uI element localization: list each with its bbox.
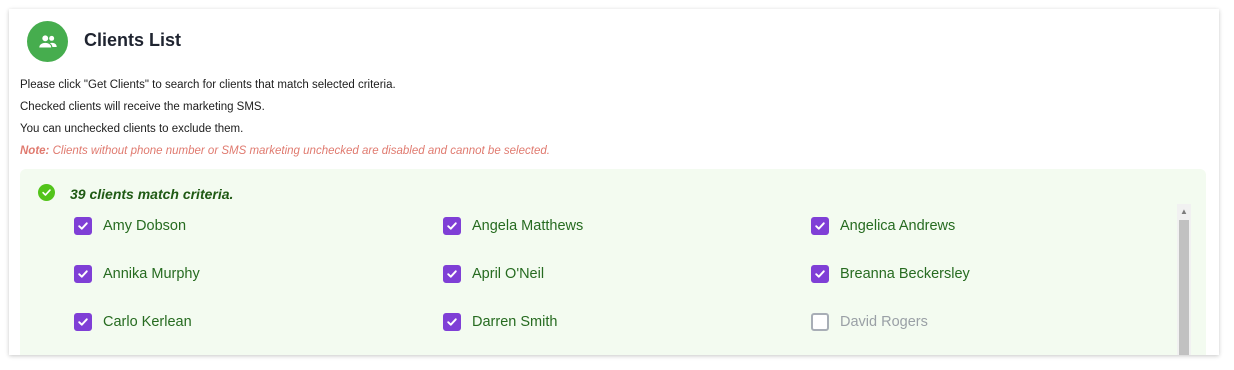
client-list-scrollbar[interactable]: ▲: [1177, 204, 1191, 355]
client-item[interactable]: Breanna Beckersley: [811, 265, 970, 283]
note-label: Note:: [20, 145, 50, 157]
client-item[interactable]: Angelica Andrews: [811, 217, 955, 235]
client-item[interactable]: Carlo Kerlean: [74, 313, 192, 331]
checkmark-icon: [78, 318, 88, 326]
client-name: Annika Murphy: [103, 266, 200, 282]
client-name: April O'Neil: [472, 266, 545, 282]
client-name: David Rogers: [840, 314, 928, 330]
checkmark-icon: [78, 270, 88, 278]
client-checkbox[interactable]: [74, 217, 92, 235]
page-title: Clients List: [84, 30, 182, 50]
match-summary: 39 clients match criteria.: [70, 186, 234, 202]
check-circle-glyph: [42, 189, 51, 196]
clients-list-card: Clients List Please click "Get Clients" …: [9, 9, 1219, 355]
client-name: Amy Dobson: [103, 218, 187, 234]
client-checkbox[interactable]: [74, 313, 92, 331]
client-name: Breanna Beckersley: [840, 266, 970, 282]
client-name: Angela Matthews: [472, 218, 584, 234]
client-checkbox[interactable]: [443, 313, 461, 331]
checkmark-icon: [78, 222, 88, 230]
note-text: Note: Clients without phone number or SM…: [20, 145, 550, 157]
checkmark-icon: [815, 222, 825, 230]
client-item[interactable]: April O'Neil: [443, 265, 544, 283]
scroll-thumb[interactable]: [1179, 220, 1189, 355]
client-checkbox: [811, 313, 829, 331]
client-item[interactable]: Angela Matthews: [443, 217, 583, 235]
check-circle-icon: [38, 184, 55, 201]
client-checkbox[interactable]: [811, 217, 829, 235]
checkmark-icon: [447, 318, 457, 326]
instruction-line-2: Checked clients will receive the marketi…: [20, 101, 265, 113]
instruction-line-1: Please click "Get Clients" to search for…: [20, 79, 396, 91]
client-checkbox[interactable]: [443, 217, 461, 235]
client-name: Angelica Andrews: [840, 218, 956, 234]
client-name: Carlo Kerlean: [103, 314, 192, 330]
checkmark-icon: [815, 270, 825, 278]
client-item[interactable]: Annika Murphy: [74, 265, 200, 283]
group-icon: [27, 21, 68, 62]
note-body: Clients without phone number or SMS mark…: [49, 145, 550, 157]
group-icon-glyph: [38, 34, 57, 47]
client-checkbox[interactable]: [443, 265, 461, 283]
client-item[interactable]: Darren Smith: [443, 313, 557, 331]
checkmark-icon: [447, 222, 457, 230]
scroll-up-arrow-icon[interactable]: ▲: [1177, 204, 1191, 218]
instruction-line-3: You can unchecked clients to exclude the…: [20, 123, 244, 135]
results-panel: 39 clients match criteria. Amy Dobson Ang…: [20, 169, 1206, 355]
client-name: Darren Smith: [472, 314, 558, 330]
client-item: David Rogers: [811, 313, 928, 331]
checkmark-icon: [447, 270, 457, 278]
client-checkbox[interactable]: [74, 265, 92, 283]
client-checkbox[interactable]: [811, 265, 829, 283]
client-item[interactable]: Amy Dobson: [74, 217, 186, 235]
